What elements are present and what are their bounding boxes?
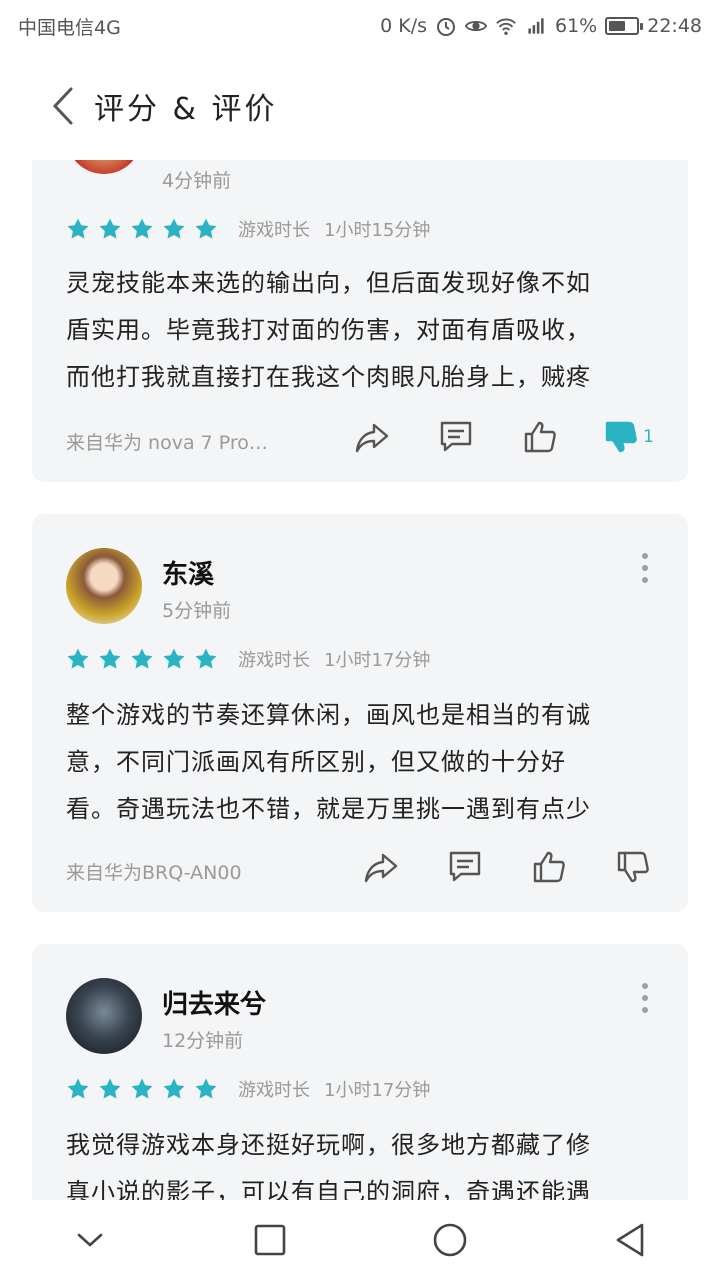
review-text[interactable]: 整个游戏的节奏还算休闲，画风也是相当的有诚 意，不同门派画风有所区别，但又做的十… bbox=[66, 692, 656, 833]
playtime: 游戏时长 1小时17分钟 bbox=[238, 1076, 430, 1102]
review-line: 意，不同门派画风有所区别，但又做的十分好 bbox=[66, 748, 566, 776]
like-button[interactable] bbox=[528, 846, 570, 888]
wifi-icon bbox=[495, 15, 517, 37]
avatar[interactable] bbox=[66, 160, 142, 174]
username[interactable]: 东溪 bbox=[162, 554, 214, 591]
review-card: 4分钟前 游戏时长 1小时15分钟 灵宠技能本来选的输出向，但后面发现好像不如 盾… bbox=[32, 160, 688, 482]
review-line: 灵宠技能本来选的输出向，但后面发现好像不如 bbox=[66, 269, 591, 297]
thumbs-up-icon bbox=[524, 421, 556, 453]
review-card: 归去来兮 12分钟前 游戏时长 1小时17分钟 我觉得游戏本身还挺好玩啊，很多地方… bbox=[32, 944, 688, 1200]
clock: 22:48 bbox=[647, 15, 702, 37]
status-bar: 中国电信4G 0 K/s 61% 22:48 bbox=[0, 0, 720, 52]
dislike-count: 1 bbox=[643, 427, 654, 447]
comment-button[interactable] bbox=[444, 846, 486, 888]
review-line: 看。奇遇玩法也不错，就是万里挑一遇到有点少 bbox=[66, 795, 591, 823]
review-time: 4分钟前 bbox=[162, 170, 232, 192]
more-options-button[interactable] bbox=[630, 548, 660, 588]
dislike-button[interactable] bbox=[612, 846, 654, 888]
star-icon bbox=[67, 218, 89, 239]
comment-icon bbox=[449, 851, 481, 882]
alarm-icon bbox=[435, 15, 457, 37]
review-line: 而他打我就直接打在我这个肉眼凡胎身上，贼疼 bbox=[66, 363, 591, 391]
page-title: 评分 & 评价 bbox=[94, 92, 278, 127]
status-icons: 0 K/s 61% 22:48 bbox=[380, 15, 702, 37]
avatar[interactable] bbox=[66, 978, 142, 1054]
more-options-button[interactable] bbox=[630, 978, 660, 1018]
review-line: 盾实用。毕竟我打对面的伤害，对面有盾吸收， bbox=[66, 316, 591, 344]
playtime: 游戏时长 1小时15分钟 bbox=[238, 216, 430, 242]
star-icon bbox=[195, 218, 217, 239]
back-button[interactable] bbox=[34, 76, 94, 136]
rating-stars: 游戏时长 1小时15分钟 bbox=[66, 216, 430, 242]
playtime-value: 1小时15分钟 bbox=[324, 220, 431, 241]
chevron-left-icon bbox=[52, 87, 73, 125]
star-icon bbox=[131, 218, 153, 239]
playtime: 游戏时长 1小时17分钟 bbox=[238, 646, 430, 672]
star-icon bbox=[131, 1078, 153, 1099]
battery-percent: 61% bbox=[555, 15, 598, 37]
star-icon bbox=[67, 648, 89, 669]
review-time: 5分钟前 bbox=[162, 600, 232, 622]
device-label: 来自华为 nova 7 Pro… bbox=[66, 432, 268, 454]
star-icon bbox=[99, 218, 121, 239]
review-time: 12分钟前 bbox=[162, 1030, 244, 1052]
nav-recents-button[interactable] bbox=[240, 1210, 300, 1270]
star-icon bbox=[195, 648, 217, 669]
star-icon bbox=[99, 1078, 121, 1099]
star-icon bbox=[195, 1078, 217, 1099]
review-line: 我觉得游戏本身还挺好玩啊，很多地方都藏了修 bbox=[66, 1131, 591, 1159]
review-text[interactable]: 我觉得游戏本身还挺好玩啊，很多地方都藏了修 真小说的影子，可以有自己的洞府，奇遇… bbox=[66, 1122, 656, 1200]
playtime-label: 游戏时长 bbox=[238, 650, 310, 671]
nav-home-button[interactable] bbox=[420, 1210, 480, 1270]
comment-button[interactable] bbox=[435, 416, 477, 458]
playtime-value: 1小时17分钟 bbox=[324, 650, 431, 671]
share-icon bbox=[364, 853, 398, 883]
playtime-label: 游戏时长 bbox=[238, 1080, 310, 1101]
chevron-down-icon bbox=[77, 1233, 103, 1247]
username[interactable]: 归去来兮 bbox=[162, 984, 266, 1021]
net-speed: 0 K/s bbox=[380, 15, 427, 37]
star-icon bbox=[163, 1078, 185, 1099]
review-line: 真小说的影子，可以有自己的洞府，奇遇还能遇 bbox=[66, 1178, 591, 1200]
review-list[interactable]: 4分钟前 游戏时长 1小时15分钟 灵宠技能本来选的输出向，但后面发现好像不如 盾… bbox=[0, 160, 720, 1200]
playtime-label: 游戏时长 bbox=[238, 220, 310, 241]
share-button[interactable] bbox=[360, 846, 402, 888]
star-icon bbox=[99, 648, 121, 669]
circle-icon bbox=[433, 1223, 467, 1257]
like-button[interactable] bbox=[519, 416, 561, 458]
signal-icon bbox=[525, 15, 547, 37]
playtime-value: 1小时17分钟 bbox=[324, 1080, 431, 1101]
thumbs-up-icon bbox=[533, 851, 565, 883]
device-label: 来自华为BRQ-AN00 bbox=[66, 862, 242, 884]
star-icon bbox=[67, 1078, 89, 1099]
battery-icon bbox=[605, 17, 644, 35]
triangle-back-icon bbox=[616, 1223, 644, 1257]
square-icon bbox=[254, 1224, 286, 1256]
star-icon bbox=[163, 648, 185, 669]
star-icon bbox=[131, 648, 153, 669]
system-nav-bar bbox=[0, 1200, 720, 1280]
review-card: 东溪 5分钟前 游戏时长 1小时17分钟 整个游戏的节奏还算休闲，画风也是相当的有… bbox=[32, 514, 688, 912]
review-text[interactable]: 灵宠技能本来选的输出向，但后面发现好像不如 盾实用。毕竟我打对面的伤害，对面有盾… bbox=[66, 260, 656, 401]
nav-collapse-button[interactable] bbox=[60, 1210, 120, 1270]
review-line: 整个游戏的节奏还算休闲，画风也是相当的有诚 bbox=[66, 701, 591, 729]
rating-stars: 游戏时长 1小时17分钟 bbox=[66, 646, 430, 672]
thumbs-down-icon bbox=[617, 851, 649, 883]
review-actions: 1 bbox=[351, 416, 654, 458]
thumbs-down-icon bbox=[605, 421, 637, 453]
eye-icon bbox=[465, 15, 487, 37]
share-icon bbox=[355, 423, 389, 453]
app-header: 评分 & 评价 bbox=[0, 52, 720, 160]
carrier-label: 中国电信4G bbox=[18, 16, 121, 39]
avatar[interactable] bbox=[66, 548, 142, 624]
star-icon bbox=[163, 218, 185, 239]
rating-stars: 游戏时长 1小时17分钟 bbox=[66, 1076, 430, 1102]
nav-back-button[interactable] bbox=[600, 1210, 660, 1270]
dislike-button[interactable]: 1 bbox=[603, 416, 654, 458]
share-button[interactable] bbox=[351, 416, 393, 458]
comment-icon bbox=[440, 421, 472, 452]
review-actions bbox=[360, 846, 654, 888]
